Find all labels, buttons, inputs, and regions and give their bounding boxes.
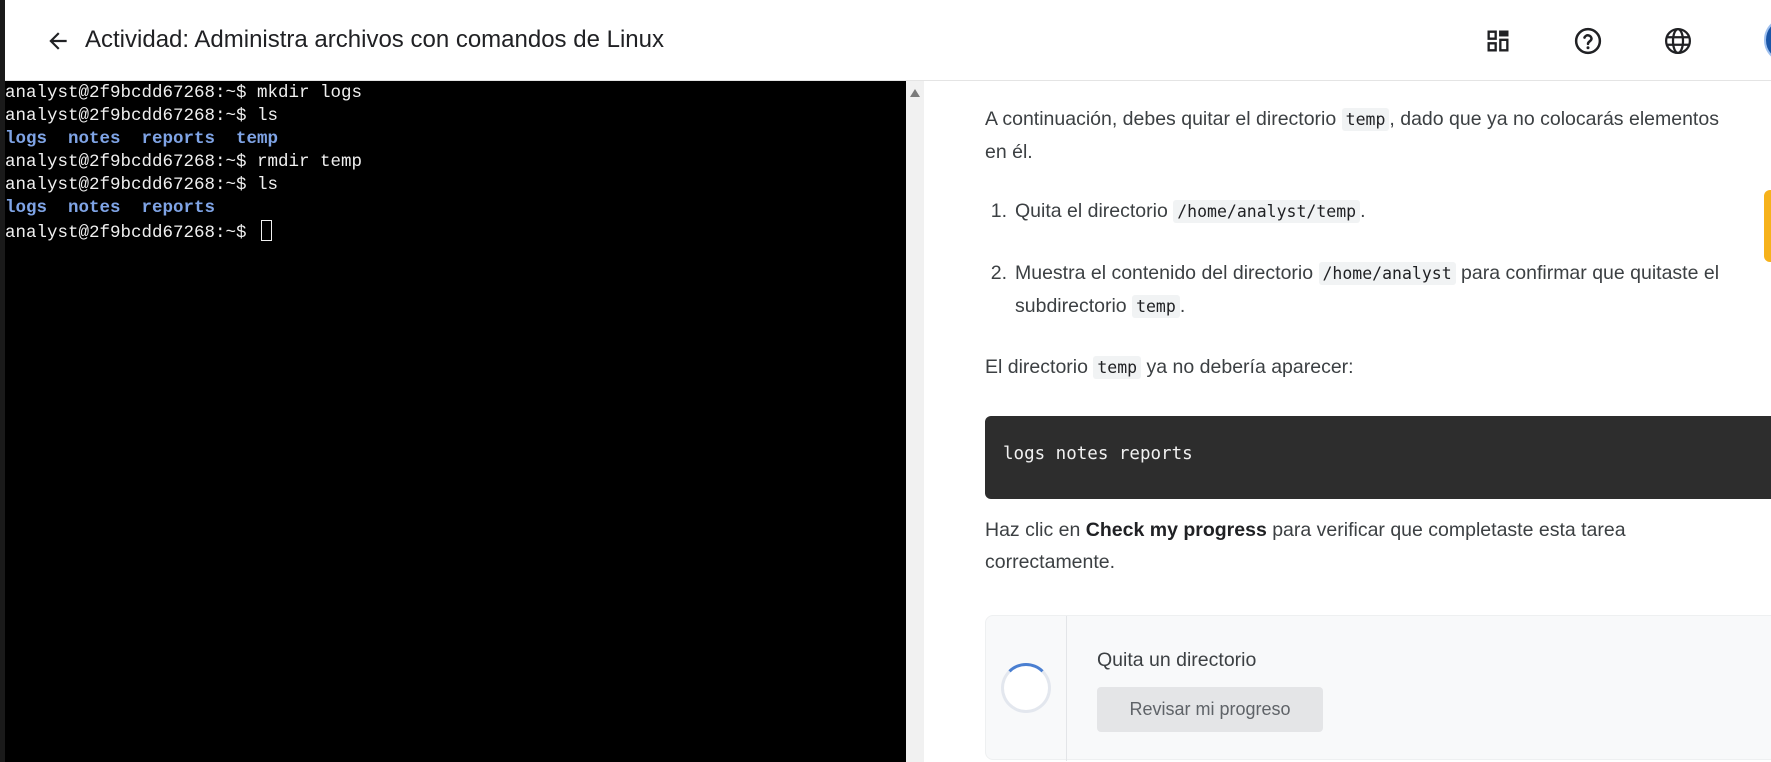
terminal-line: analyst@2f9bcdd67268:~$ ls [5,105,906,128]
directory-entry: reports [141,198,216,218]
step-text: . [1360,200,1366,222]
step-1: 1. Quita el directorio /home/analyst/temp… [991,195,1771,228]
scroll-up-arrow-icon[interactable] [910,89,920,97]
check-progress-paragraph: Haz clic en Check my progress para verif… [985,514,1685,578]
step-number: 2. [990,262,1007,284]
terminal-panel[interactable]: analyst@2f9bcdd67268:~$ mkdir logs analy… [5,81,906,762]
terminal-prompt: analyst@2f9bcdd67268:~$ [5,83,258,103]
directory-entry: reports [141,129,216,149]
inline-code: /home/analyst/temp [1173,200,1361,223]
directory-entry: temp [236,129,279,149]
terminal-line: analyst@2f9bcdd67268:~$ [5,220,906,243]
inline-code: temp [1132,295,1180,318]
step-2: 2. Muestra el contenido del directorio /h… [991,257,1771,323]
intro-text: A continuación, debes quitar el director… [985,108,1342,130]
terminal-prompt: analyst@2f9bcdd67268:~$ [5,223,258,243]
directory-entry: logs [5,129,48,149]
terminal-prompt: analyst@2f9bcdd67268:~$ [5,106,258,126]
language-globe-icon [1665,28,1691,54]
instructions-panel: A continuación, debes quitar el director… [924,81,1771,762]
task-title: Quita un directorio [1097,649,1257,671]
side-tab[interactable] [1764,190,1771,262]
back-button[interactable] [41,24,75,58]
terminal-line: analyst@2f9bcdd67268:~$ mkdir logs [5,82,906,105]
step-text: Quita el directorio [1015,200,1174,222]
user-avatar[interactable] [1764,17,1771,63]
help-icon [1574,27,1602,55]
language-button[interactable] [1659,22,1697,60]
directory-entry: logs [5,198,48,218]
code-block-text: logs notes reports [1003,444,1193,464]
intro-paragraph: A continuación, debes quitar el director… [985,103,1745,168]
terminal-output-line: logs notes reports [5,197,906,220]
check-progress-button[interactable]: Revisar mi progreso [1097,687,1323,732]
inline-code: temp [1093,356,1142,379]
dashboard-button[interactable] [1479,22,1517,60]
back-arrow-icon [49,32,67,50]
note-text: El directorio [985,356,1094,378]
check-text: Haz clic en [985,519,1086,541]
step-text: . [1179,295,1186,317]
directory-entry: notes [68,198,121,218]
note-text: ya no debería aparecer: [1141,356,1354,378]
task-card: Quita un directorio Revisar mi progreso [985,615,1771,761]
terminal-cursor [261,220,273,241]
terminal-command: ls [257,175,279,195]
page-title: Actividad: Administra archivos con coman… [85,26,664,53]
check-text-bold: Check my progress [1085,519,1267,541]
code-block: logs notes reports [985,416,1771,499]
terminal-output-line: logs notes reports temp [5,128,906,151]
inline-code: temp [1341,108,1390,131]
dashboard-icon [1487,30,1509,52]
top-bar: Actividad: Administra archivos con coman… [5,0,1771,81]
loading-spinner-icon [1001,663,1051,713]
scrollbar[interactable] [906,81,924,762]
step-text: Muestra el contenido del directorio [1015,262,1319,284]
directory-entry: notes [68,129,121,149]
terminal-line: analyst@2f9bcdd67268:~$ rmdir temp [5,151,906,174]
divider [1066,616,1067,761]
terminal-command: rmdir temp [257,152,363,172]
terminal-line: analyst@2f9bcdd67268:~$ ls [5,174,906,197]
terminal-prompt: analyst@2f9bcdd67268:~$ [5,152,258,172]
help-button[interactable] [1569,22,1607,60]
terminal-command: ls [257,106,279,126]
note-paragraph: El directorio temp ya no debería aparece… [985,351,1745,384]
step-number: 1. [990,200,1007,222]
app-window: Actividad: Administra archivos con coman… [0,0,1771,762]
terminal-prompt: analyst@2f9bcdd67268:~$ [5,175,258,195]
terminal-command: mkdir logs [257,83,363,103]
inline-code: /home/analyst [1318,262,1456,285]
